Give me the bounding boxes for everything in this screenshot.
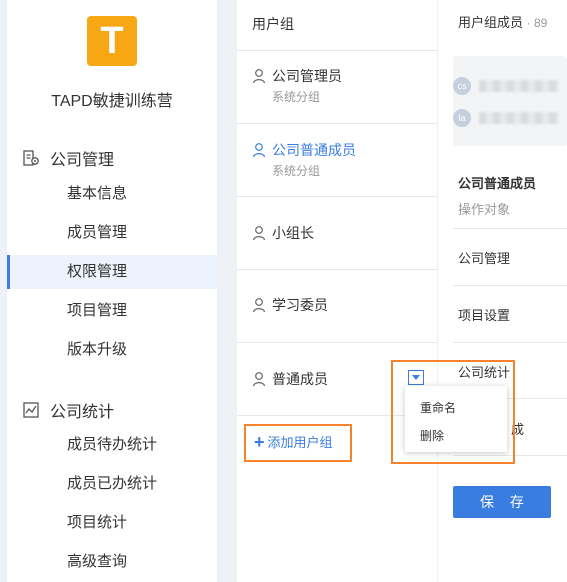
members-count: · 89 [526,16,548,30]
app-logo: T [87,16,137,66]
brand-name: TAPD敏捷训练营 [51,93,173,110]
divider [453,228,567,229]
members-list [453,56,567,146]
highlight-dropdown-menu [391,360,515,464]
group-detail-panel: 用户组成员 · 89 cs la 公司普通成员 操作对象 公司管理 项目设置 公… [438,0,567,582]
user-groups-panel: 用户组 公司管理员 系统分组 公司普通成员 系统分组 小组长 学习委员 普通成员… [237,0,437,582]
divider [237,123,437,124]
avatar: cs [453,77,471,95]
section-label: 公司统计 [50,404,115,421]
avatar: la [453,109,471,127]
group-item-company-admin[interactable]: 公司管理员 系统分组 [252,68,342,105]
group-name: 学习委员 [272,297,328,313]
section-company-management: 公司管理 [22,146,114,170]
divider [237,342,437,343]
nav-item-permission-management[interactable]: 权限管理 [7,255,217,289]
blurred-member-name [479,112,559,124]
permission-row-project-settings[interactable]: 项目设置 [458,305,510,324]
permission-row-company-management[interactable]: 公司管理 [458,248,510,267]
divider [453,285,567,286]
sidebar: T TAPD敏捷训练营 公司管理 基本信息 成员管理 权限管理 项目管理 版本升… [7,0,217,582]
highlight-add-group [244,424,352,462]
selected-group-title: 公司普通成员 [458,176,537,191]
nav-item-project-stats[interactable]: 项目统计 [7,506,217,540]
user-icon [252,69,266,84]
save-button[interactable]: 保 存 [453,486,551,518]
user-icon [252,298,266,313]
nav-item-member-management[interactable]: 成员管理 [7,216,217,250]
group-item-company-member[interactable]: 公司普通成员 系统分组 [252,142,356,179]
statistics-chart-icon [23,402,39,418]
group-name: 公司管理员 [272,68,342,84]
nav-item-member-todo-stats[interactable]: 成员待办统计 [7,428,217,462]
members-title: 用户组成员 · 89 [458,12,547,31]
app-root: T TAPD敏捷训练营 公司管理 基本信息 成员管理 权限管理 项目管理 版本升… [0,0,567,582]
group-subtitle: 系统分组 [272,90,321,104]
nav-item-project-management[interactable]: 项目管理 [7,294,217,328]
divider [237,50,437,51]
company-management-icon [23,150,39,166]
nav-item-member-done-stats[interactable]: 成员已办统计 [7,467,217,501]
nav-item-version-upgrade[interactable]: 版本升级 [7,333,217,367]
nav-item-basic-info[interactable]: 基本信息 [7,177,217,211]
group-subtitle: 系统分组 [272,164,321,178]
group-name: 小组长 [272,225,314,241]
group-item-regular-member[interactable]: 普通成员 [252,371,328,387]
user-icon [252,372,266,387]
blurred-member-name [479,80,559,92]
group-item-study-committee[interactable]: 学习委员 [252,297,328,313]
divider [237,269,437,270]
member-row[interactable]: cs [453,77,559,95]
section-label: 公司管理 [50,152,115,169]
members-title-label: 用户组成员 [458,15,524,30]
nav-item-advanced-query[interactable]: 高级查询 [7,545,217,579]
section-company-statistics: 公司统计 [22,398,114,422]
group-item-team-leader[interactable]: 小组长 [252,225,314,241]
group-name: 公司普通成员 [272,142,356,158]
user-icon [252,143,266,158]
divider [237,196,437,197]
divider [453,342,567,343]
user-icon [252,226,266,241]
member-row[interactable]: la [453,109,559,127]
operation-target-label: 操作对象 [458,202,511,217]
panel-title: 用户组 [252,16,294,32]
group-name: 普通成员 [272,371,328,387]
